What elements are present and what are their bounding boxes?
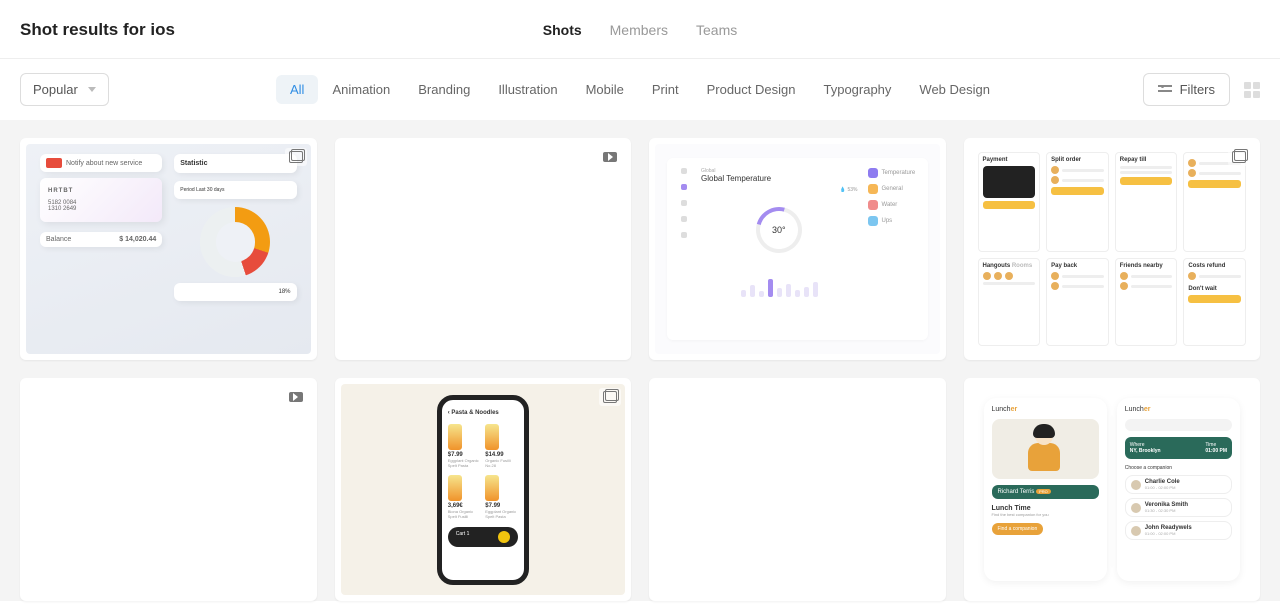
- balance-label: Balance: [46, 236, 71, 243]
- shot-gallery: Notify about new service HRTBT 5182 0084…: [20, 138, 1260, 601]
- sort-dropdown[interactable]: Popular: [20, 73, 109, 106]
- desc: Eggplant Organic Spelt Pasta: [448, 458, 481, 468]
- stat-title: Statistic: [180, 160, 207, 167]
- nav-members[interactable]: Members: [610, 22, 668, 38]
- notify-text: Notify about new service: [66, 160, 142, 167]
- period: Period Last 30 days: [174, 181, 296, 199]
- t: Friends nearby: [1120, 263, 1173, 269]
- nav-shots[interactable]: Shots: [543, 22, 582, 38]
- cart: Cart: [456, 531, 465, 537]
- video-icon: [599, 148, 621, 166]
- tab-all[interactable]: All: [276, 75, 318, 104]
- shot-card[interactable]: Filters Recipe Contest Favorites Foodies…: [649, 378, 946, 600]
- loc: NY, Brooklyn: [1130, 448, 1161, 454]
- multi-shot-icon: [1228, 148, 1250, 166]
- brand: HRTBT: [48, 188, 154, 194]
- filters-label: Filters: [1180, 82, 1215, 97]
- shot-card[interactable]: Luncher Richard Terris PRO Lunch Time Fi…: [964, 378, 1261, 600]
- t: Pay back: [1051, 263, 1104, 269]
- shot-card[interactable]: LEVEL41 GOLD COINS 32: [20, 378, 317, 600]
- name: Richard Terris: [998, 489, 1035, 495]
- logo: er: [1144, 406, 1151, 413]
- tab-mobile[interactable]: Mobile: [572, 75, 638, 104]
- tab-branding[interactable]: Branding: [404, 75, 484, 104]
- logo: Lunch: [1125, 406, 1144, 413]
- tab-product-design[interactable]: Product Design: [693, 75, 810, 104]
- choose: Choose a companion: [1125, 465, 1232, 471]
- t: Split order: [1051, 157, 1104, 163]
- leg: Temperature: [882, 170, 916, 176]
- leg: General: [882, 186, 903, 192]
- pill: Find a companion: [992, 523, 1044, 535]
- t: Payment: [983, 157, 1036, 163]
- filters-button[interactable]: Filters: [1143, 73, 1230, 106]
- top-nav: Shots Members Teams: [543, 22, 737, 38]
- pct: 18%: [174, 283, 296, 301]
- multi-shot-icon: [285, 148, 307, 166]
- shot-card[interactable]: Global Global Temperature 💧 53% 30° Temp…: [649, 138, 946, 360]
- desc: Eggplant Organic Spelt Pasta: [485, 509, 518, 519]
- t: Costs refund: [1188, 263, 1241, 269]
- video-icon: [285, 388, 307, 406]
- t: Hangouts: [983, 263, 1011, 269]
- shot-card[interactable]: Payment Split order Repay till Hangouts …: [964, 138, 1261, 360]
- hdr: Pasta & Noodles: [451, 410, 498, 416]
- page-title: Shot results for ios: [20, 20, 175, 40]
- t: Rooms: [1012, 263, 1032, 269]
- tab-illustration[interactable]: Illustration: [484, 75, 571, 104]
- humidity: 53%: [847, 187, 857, 193]
- tab-animation[interactable]: Animation: [318, 75, 404, 104]
- logo: er: [1011, 406, 1018, 413]
- t: Repay till: [1120, 157, 1173, 163]
- tab-typography[interactable]: Typography: [809, 75, 905, 104]
- shot-card[interactable]: ‹ Pasta & Noodles $7.99Eggplant Organic …: [335, 378, 632, 600]
- t: Don't wait: [1188, 286, 1241, 292]
- category-tabs: All Animation Branding Illustration Mobi…: [276, 75, 1004, 104]
- shot-card[interactable]: David Courtney Level06 Points3 980 Rank7…: [335, 138, 632, 360]
- nav-teams[interactable]: Teams: [696, 22, 737, 38]
- filter-icon: [1158, 85, 1172, 95]
- tab-print[interactable]: Print: [638, 75, 693, 104]
- chevron-down-icon: [88, 87, 96, 92]
- multi-shot-icon: [599, 388, 621, 406]
- tab-web-design[interactable]: Web Design: [905, 75, 1004, 104]
- sub: Find the best companion for you: [992, 512, 1099, 517]
- badge: PRO: [1036, 489, 1051, 494]
- desc: Biona Organic Spelt Fusilli: [448, 509, 481, 519]
- tval: 01:00 PM: [1205, 448, 1227, 454]
- shot-card[interactable]: Notify about new service HRTBT 5182 0084…: [20, 138, 317, 360]
- balance-value: $ 14,020.44: [119, 236, 156, 243]
- logo: Lunch: [992, 406, 1011, 413]
- desc: Organic Fusilli No.28: [485, 458, 518, 468]
- leg: Water: [882, 202, 898, 208]
- ct: 01:00 - 02:00 PM: [1145, 531, 1192, 536]
- leg: Ups: [882, 218, 893, 224]
- dash-title: Global Temperature: [701, 174, 858, 183]
- card-numbers: 5182 0084 1310 2649: [48, 200, 154, 212]
- sort-label: Popular: [33, 82, 78, 97]
- ct: 01:30 - 02:30 PM: [1145, 508, 1188, 513]
- cart-n: 1: [467, 531, 470, 537]
- lt: Lunch Time: [992, 505, 1099, 512]
- ct: 01:00 - 02:00 PM: [1145, 485, 1180, 490]
- view-toggle[interactable]: [1244, 82, 1260, 98]
- temp: 30°: [772, 225, 786, 235]
